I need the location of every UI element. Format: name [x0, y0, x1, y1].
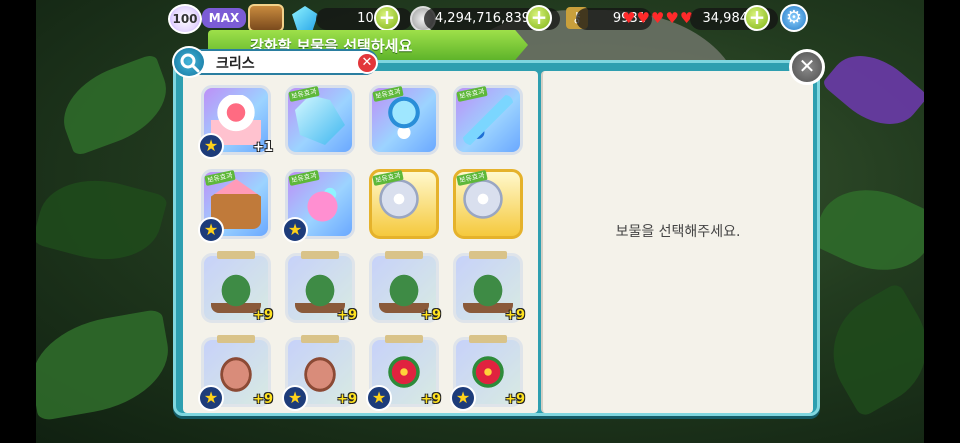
christmas-tree-icon	[379, 263, 429, 313]
sword-icon	[463, 95, 513, 145]
background-leaf	[31, 165, 169, 275]
gem-amulet-icon	[379, 95, 429, 145]
upgrade-level-badge: +9	[505, 392, 525, 407]
treasure-tile[interactable]: 보유효과	[369, 169, 439, 239]
search-input[interactable]	[216, 53, 356, 73]
upgrade-level-badge: +1	[253, 140, 273, 155]
settings-gear-icon[interactable]: ⚙	[780, 4, 808, 32]
treasure-tile[interactable]: ★ +9	[366, 335, 441, 411]
background-flower	[821, 38, 929, 142]
star-icon: ★	[282, 385, 308, 411]
treasure-tile[interactable]: +9	[285, 251, 357, 323]
treasure-tile[interactable]: 보유효과 ★	[198, 169, 271, 243]
locked-plaque	[301, 335, 339, 343]
hearts-icon: ♥ ♥ ♥ ♥ ♥	[622, 9, 694, 27]
upgrade-level-badge: +9	[337, 308, 357, 323]
game-screen: 100 MAX 109 + 4,294,716,839 + ⚷ 9931 ♥♥♥…	[0, 0, 960, 443]
crystal-icon	[292, 6, 318, 30]
treasure-tile[interactable]: 보유효과 ★	[282, 169, 355, 243]
treasure-tile[interactable]: 보유효과	[453, 85, 523, 155]
star-icon: ★	[198, 385, 224, 411]
christmas-tree-icon	[463, 263, 513, 313]
treasure-tile[interactable]: ★ +9	[282, 335, 357, 411]
search-icon[interactable]	[172, 46, 206, 78]
coin-count: 4,294,716,839	[434, 11, 530, 26]
upgrade-level-badge: +9	[253, 308, 273, 323]
add-coins-button[interactable]: +	[526, 5, 552, 31]
treasure-tile[interactable]: ★ +9	[450, 335, 525, 411]
star-icon: ★	[198, 217, 224, 243]
star-icon: ★	[198, 133, 224, 159]
treasure-tile[interactable]: 보유효과	[285, 85, 355, 155]
treasure-tile[interactable]: ★ +1	[198, 85, 273, 159]
treasure-grid[interactable]: ★ +1 보유효과 보유효과 보유효과 보유효과 ★ 보유효과 ★ 보유효과 보유효과 +9 +9 +9 +…	[183, 71, 538, 413]
max-level-tag: MAX	[202, 8, 246, 28]
letterbox-left	[0, 0, 36, 443]
locked-plaque	[469, 251, 507, 259]
treasure-tile[interactable]: +9	[201, 251, 273, 323]
star-icon: ★	[282, 217, 308, 243]
ornament-icon	[379, 179, 429, 229]
locked-plaque	[385, 251, 423, 259]
treasure-tile[interactable]: 보유효과	[453, 169, 523, 239]
empty-selection-message: 보물을 선택해주세요.	[615, 224, 741, 240]
add-gems-button[interactable]: +	[374, 5, 400, 31]
treasure-tile[interactable]: 보유효과	[369, 85, 439, 155]
treasure-chest-icon[interactable]	[248, 4, 284, 32]
level-badge: 100	[168, 4, 202, 34]
upgrade-level-badge: +9	[253, 392, 273, 407]
treasure-select-dialog: ★ +1 보유효과 보유효과 보유효과 보유효과 ★ 보유효과 ★ 보유효과 보유효과 +9 +9 +9 +…	[173, 60, 820, 416]
add-hearts-button[interactable]: +	[744, 5, 770, 31]
ornament-icon	[463, 179, 513, 229]
locked-plaque	[217, 251, 255, 259]
search-bar: ✕	[172, 46, 380, 78]
heart-count: 34,984	[702, 11, 749, 26]
treasure-tile[interactable]: +9	[369, 251, 441, 323]
locked-plaque	[301, 251, 339, 259]
background-leaf	[808, 170, 942, 290]
letterbox-right	[924, 0, 960, 443]
christmas-tree-icon	[211, 263, 261, 313]
star-icon: ★	[450, 385, 476, 411]
treasure-tile[interactable]: +9	[453, 251, 525, 323]
clear-search-button[interactable]: ✕	[356, 52, 378, 74]
locked-plaque	[217, 335, 255, 343]
close-dialog-button[interactable]: ✕	[789, 49, 825, 85]
background-leaf	[51, 53, 179, 157]
search-box[interactable]	[188, 49, 378, 75]
star-icon: ★	[366, 385, 392, 411]
christmas-tree-icon	[295, 263, 345, 313]
background-leaf	[23, 308, 177, 422]
upgrade-level-badge: +9	[505, 308, 525, 323]
upgrade-level-badge: +9	[421, 308, 441, 323]
upgrade-level-badge: +9	[337, 392, 357, 407]
treasure-tile[interactable]: ★ +9	[198, 335, 273, 411]
locked-plaque	[469, 335, 507, 343]
treasure-detail-pane: 보물을 선택해주세요.	[541, 71, 813, 413]
upgrade-level-badge: +9	[421, 392, 441, 407]
locked-plaque	[385, 335, 423, 343]
